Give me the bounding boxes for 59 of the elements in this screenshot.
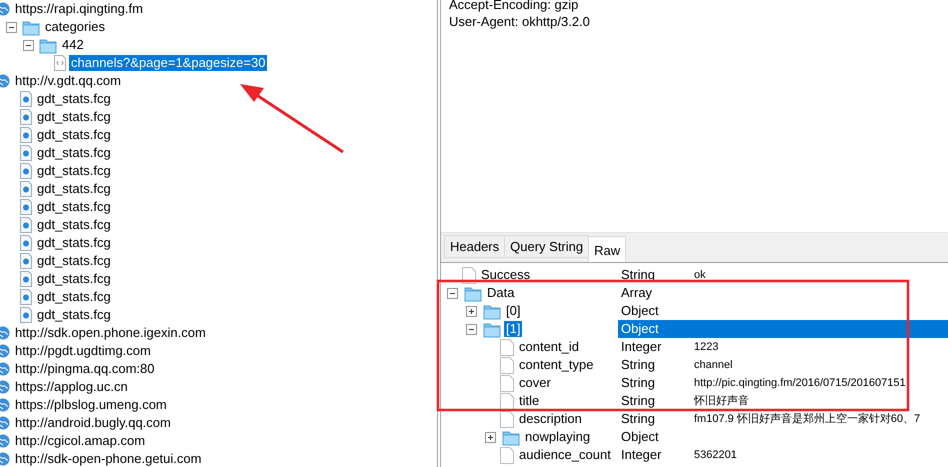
node-value: channel xyxy=(694,358,733,371)
node-type: String xyxy=(621,375,655,390)
node-type: String xyxy=(621,357,655,372)
request-item[interactable]: gdt_stats.fcg xyxy=(35,145,113,161)
node-name[interactable]: cover xyxy=(517,375,553,391)
folder-item[interactable]: 442 xyxy=(60,37,86,53)
request-item[interactable]: gdt_stats.fcg xyxy=(35,199,113,215)
node-name[interactable]: [0] xyxy=(504,303,522,319)
folder-item[interactable]: categories xyxy=(43,19,107,35)
request-item[interactable]: gdt_stats.fcg xyxy=(35,109,113,125)
request-item[interactable]: gdt_stats.fcg xyxy=(35,163,113,179)
node-type: String xyxy=(621,411,655,426)
node-type: Integer xyxy=(621,339,662,354)
node-value: http://pic.qingting.fm/2016/0715/201607151 xyxy=(694,376,906,389)
node-name[interactable]: nowplaying xyxy=(523,429,592,445)
tab[interactable]: Headers xyxy=(444,235,506,258)
host-item[interactable]: http://pgdt.ugdtimg.com xyxy=(13,343,153,359)
host-item[interactable]: http://cgicol.amap.com xyxy=(13,433,148,449)
request-item[interactable]: channels?&page=1&pagesize=30 xyxy=(69,55,268,71)
node-type: Object xyxy=(621,303,659,318)
node-type: Object xyxy=(621,429,659,444)
node-name[interactable]: audience_count xyxy=(517,447,613,463)
host-item[interactable]: http://pingma.qq.com:80 xyxy=(13,361,156,377)
tab[interactable]: Query String xyxy=(504,235,590,258)
node-value: 1223 xyxy=(694,340,718,353)
request-item[interactable]: gdt_stats.fcg xyxy=(35,271,113,287)
node-type: String xyxy=(621,393,655,408)
node-type: Array xyxy=(621,285,652,300)
node-name[interactable]: content_id xyxy=(517,339,581,355)
host-item[interactable]: https://applog.uc.cn xyxy=(13,379,130,395)
request-item[interactable]: gdt_stats.fcg xyxy=(35,235,113,251)
node-name[interactable]: [1] xyxy=(504,321,522,337)
host-item[interactable]: http://v.gdt.qq.com xyxy=(13,73,123,89)
request-item[interactable]: gdt_stats.fcg xyxy=(35,307,113,323)
request-item[interactable]: gdt_stats.fcg xyxy=(35,181,113,197)
tab[interactable]: Raw xyxy=(588,236,626,262)
request-item[interactable]: gdt_stats.fcg xyxy=(35,127,113,143)
request-item[interactable]: gdt_stats.fcg xyxy=(35,253,113,269)
host-item[interactable]: https://rapi.qingting.fm xyxy=(13,1,145,17)
node-type: String xyxy=(621,267,655,282)
request-item[interactable]: gdt_stats.fcg xyxy=(35,289,113,305)
header-line: User-Agent: okhttp/3.2.0 xyxy=(449,13,590,30)
node-name[interactable]: Data xyxy=(485,285,516,301)
host-item[interactable]: http://sdk-open-phone.getui.com xyxy=(13,451,204,467)
node-value: 怀旧好声音 xyxy=(694,394,749,407)
request-item[interactable]: gdt_stats.fcg xyxy=(35,91,113,107)
node-name[interactable]: title xyxy=(517,393,542,409)
node-name[interactable]: content_type xyxy=(517,357,596,373)
node-value: ok xyxy=(694,268,706,281)
node-value: 5362201 xyxy=(694,448,737,461)
request-item[interactable]: gdt_stats.fcg xyxy=(35,217,113,233)
host-item[interactable]: http://sdk.open.phone.igexin.com xyxy=(13,325,208,341)
node-type: Integer xyxy=(621,447,662,462)
host-item[interactable]: https://plbslog.umeng.com xyxy=(13,397,169,413)
node-name[interactable]: Success xyxy=(479,267,532,283)
host-item[interactable]: http://android.bugly.qq.com xyxy=(13,415,173,431)
node-value: fm107.9 怀旧好声音是郑州上空一家针对60、7 xyxy=(694,412,920,425)
node-name[interactable]: description xyxy=(517,411,584,427)
node-type: Object xyxy=(621,321,659,336)
